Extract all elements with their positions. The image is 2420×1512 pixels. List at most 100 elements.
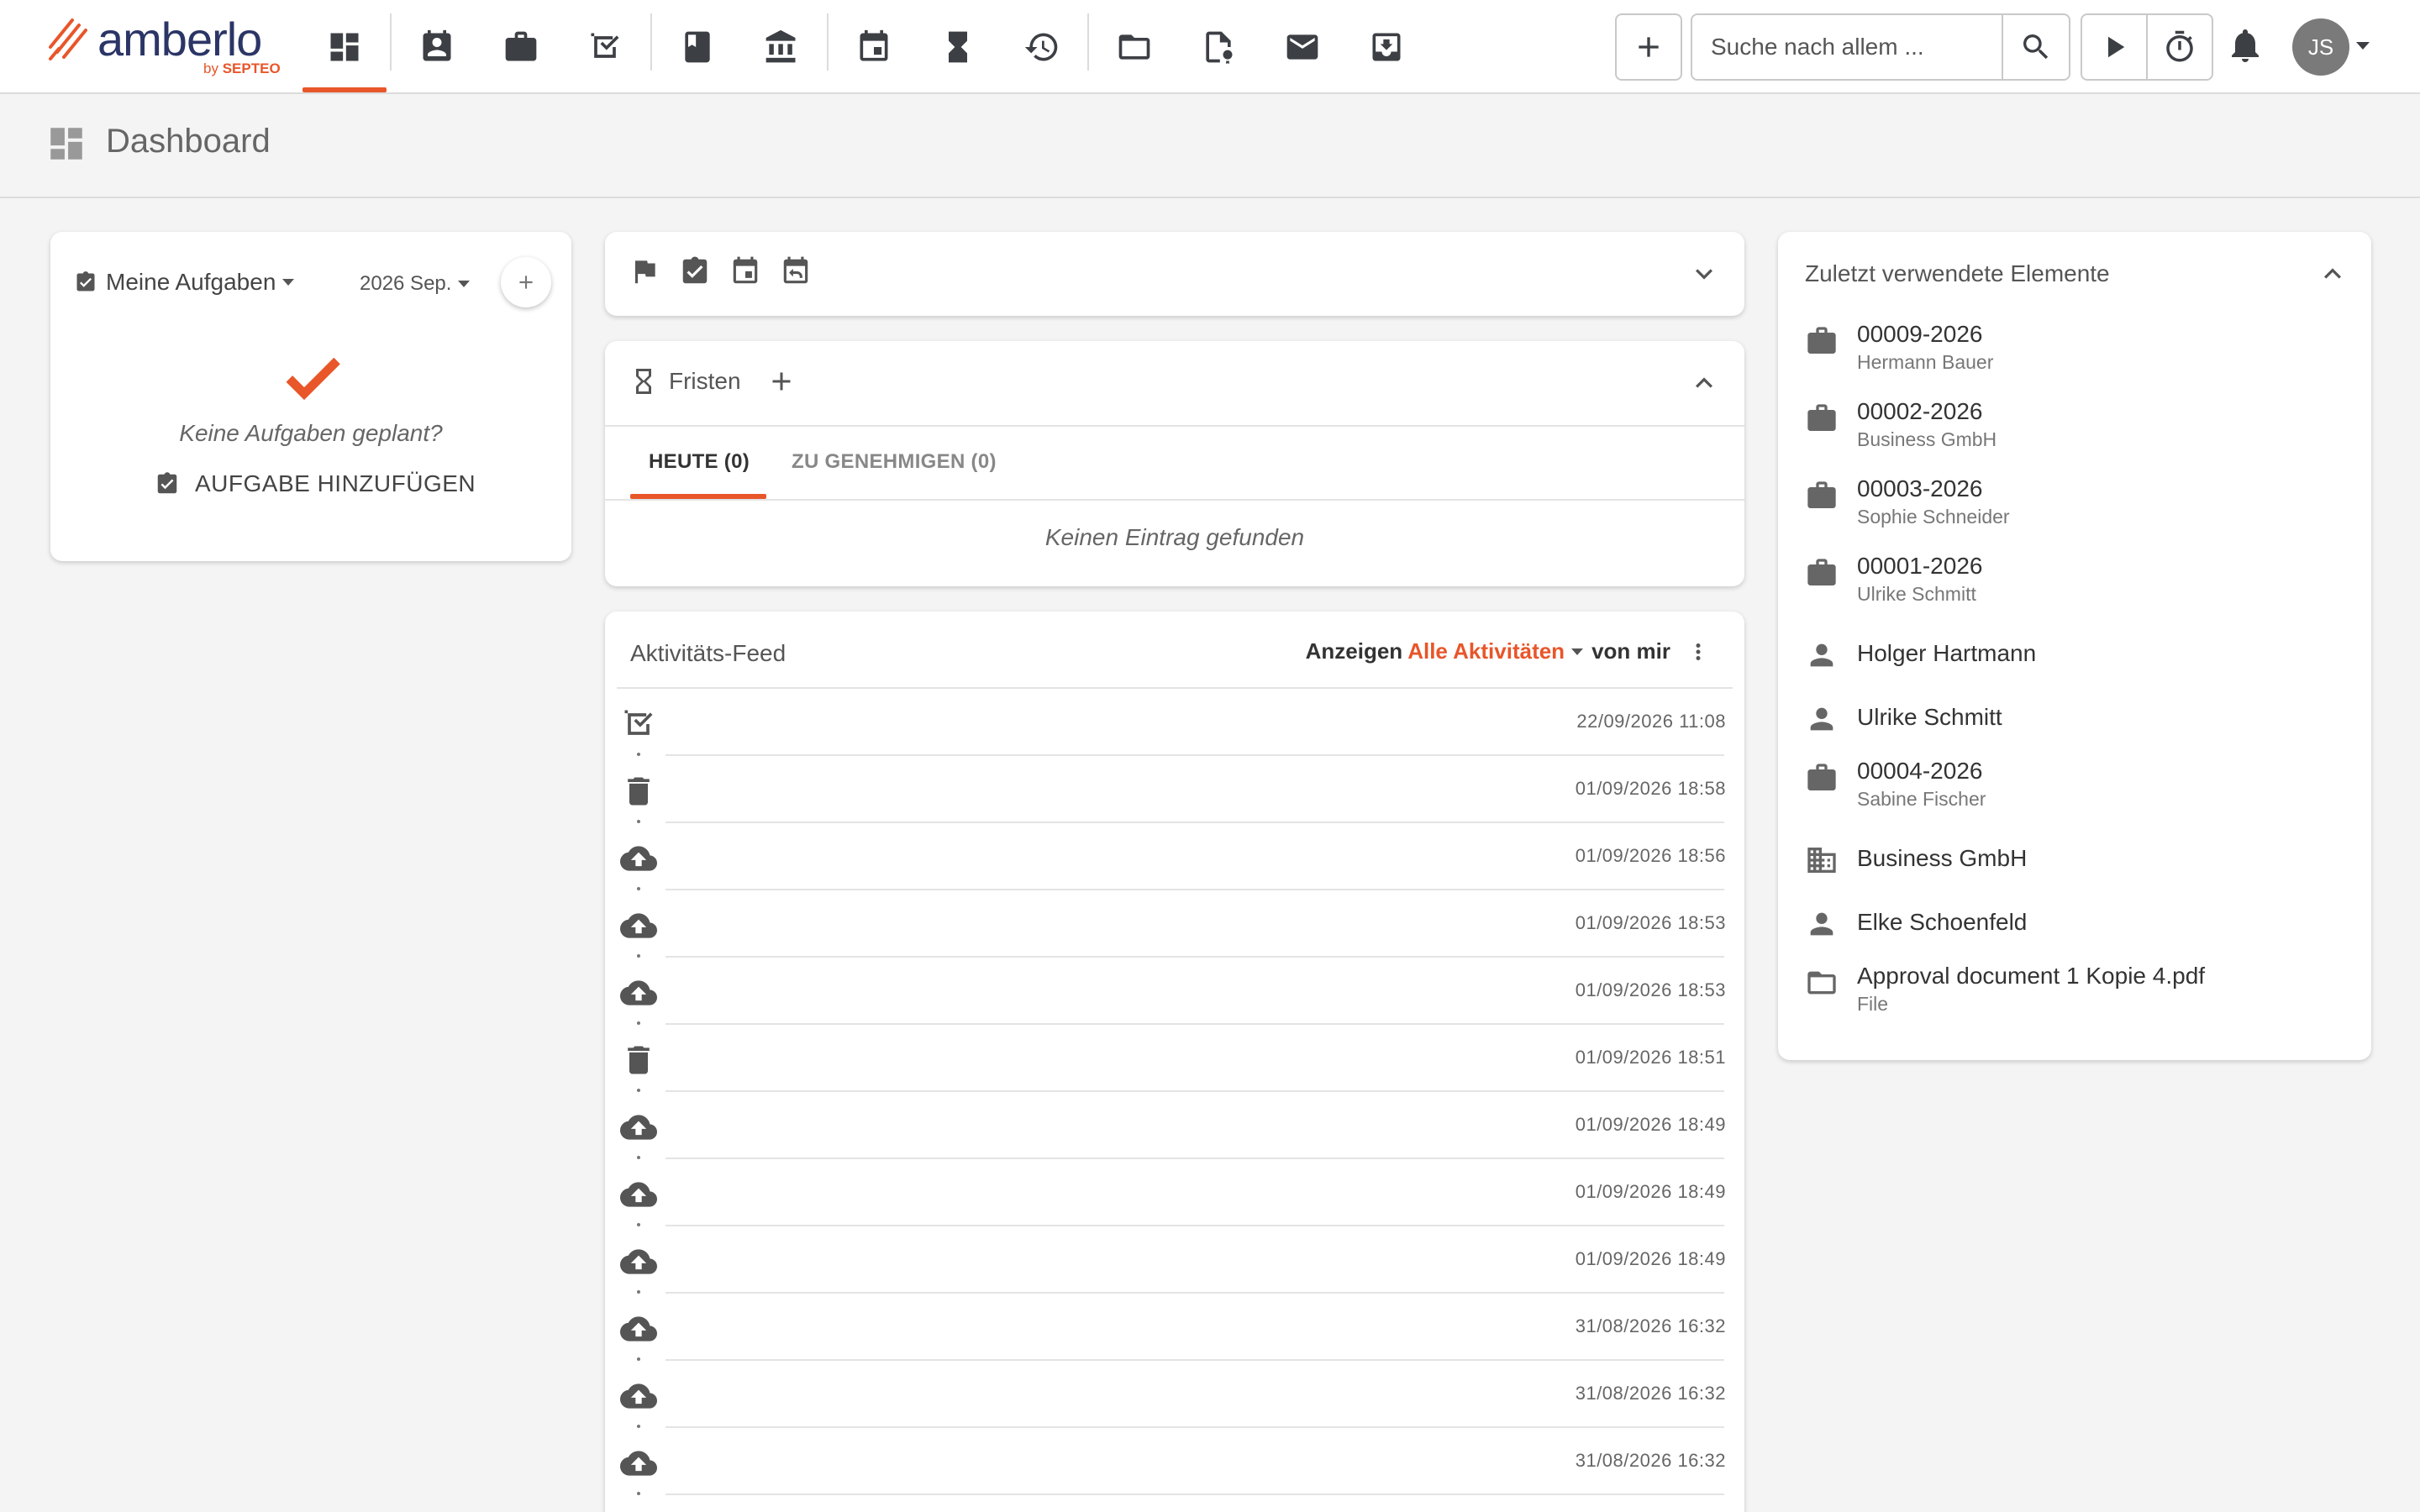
nav-folder-icon[interactable] <box>1104 17 1165 77</box>
task-icon[interactable] <box>679 255 711 287</box>
recent-item-company[interactable]: Business GmbH <box>1805 833 2360 897</box>
event-icon[interactable] <box>729 255 761 287</box>
start-timer-button[interactable] <box>2082 15 2146 79</box>
nav-separator <box>650 13 652 71</box>
nav-tasks-icon[interactable] <box>575 17 635 77</box>
expand-chevron-icon[interactable] <box>1687 257 1721 291</box>
recent-item-title: 00001-2026 <box>1857 553 1983 579</box>
timeline-dot <box>637 1492 640 1495</box>
search-button[interactable] <box>2002 15 2069 79</box>
recent-item-matter[interactable]: 00001-2026 Ulrike Schmitt <box>1805 551 2360 628</box>
caret-down-icon <box>458 281 471 287</box>
recent-list: 00009-2026 Hermann Bauer 00002-2026 Busines… <box>1805 319 2360 1038</box>
recent-item-person[interactable]: Elke Schoenfeld <box>1805 897 2360 961</box>
stopwatch-icon <box>2166 30 2193 62</box>
caret-down-icon <box>282 279 295 286</box>
feed-row[interactable]: 01/09/2026 18:49 <box>605 1226 1744 1294</box>
stopwatch-button[interactable] <box>2146 15 2212 79</box>
feed-row[interactable]: 01/09/2026 18:53 <box>605 958 1744 1025</box>
recent-item-person[interactable]: Holger Hartmann <box>1805 628 2360 692</box>
feed-row[interactable]: 01/09/2026 18:58 <box>605 756 1744 823</box>
tab-to-approve[interactable]: ZU GENEHMIGEN (0) <box>792 450 997 474</box>
deadlines-tabs: HEUTE (0) ZU GENEHMIGEN (0) <box>605 425 1744 501</box>
feed-row[interactable]: 22/09/2026 11:08 <box>605 689 1744 756</box>
feed-title: Aktivitäts-Feed <box>630 640 786 666</box>
feed-row[interactable]: 31/08/2026 16:32 <box>605 1361 1744 1428</box>
add-new-button[interactable] <box>1615 13 1682 81</box>
recent-item-subtitle: Ulrike Schmitt <box>1857 583 1976 605</box>
nav-bank-icon[interactable] <box>751 17 812 77</box>
briefcase-icon <box>1805 324 1839 358</box>
my-tasks-card: Meine Aufgaben 2026 Sep. Keine Aufgaben … <box>50 232 571 561</box>
briefcase-icon <box>1805 556 1839 590</box>
collapse-chevron-icon[interactable] <box>1687 366 1721 400</box>
feed-timestamp: 01/09/2026 18:51 <box>1575 1047 1726 1068</box>
nav-mail-icon[interactable] <box>1272 17 1333 77</box>
recent-item-matter[interactable]: 00004-2026 Sabine Fischer <box>1805 756 2360 833</box>
feed-controls: Anzeigen Alle Aktivitäten von mir <box>1306 638 1711 664</box>
feed-row[interactable]: 01/09/2026 18:49 <box>605 1159 1744 1226</box>
app-logo[interactable]: amberlo by SEPTEO <box>47 12 299 84</box>
feed-scope-label[interactable]: von mir <box>1591 638 1670 664</box>
nav-dashboard-icon[interactable] <box>314 17 375 77</box>
tasks-month-dropdown[interactable]: 2026 Sep. <box>360 272 471 296</box>
caret-down-icon[interactable] <box>1571 648 1584 655</box>
logo-text: amberlo <box>97 13 262 66</box>
briefcase-icon <box>1805 761 1839 795</box>
feed-timestamp: 22/09/2026 11:08 <box>1576 711 1726 732</box>
hourglass-icon <box>629 366 659 396</box>
nav-book-icon[interactable] <box>667 17 728 77</box>
add-task-button[interactable] <box>501 257 551 307</box>
nav-hourglass-icon[interactable] <box>928 17 988 77</box>
plus-icon <box>1639 37 1659 57</box>
recent-item-file[interactable]: Approval document 1 Kopie 4.pdf File <box>1805 961 2360 1038</box>
recent-item-title: 00002-2026 <box>1857 398 1983 424</box>
play-icon <box>2108 36 2125 58</box>
recent-item-title: 00004-2026 <box>1857 758 1983 784</box>
recent-item-person[interactable]: Ulrike Schmitt <box>1805 692 2360 756</box>
tasks-filter-dropdown[interactable]: Meine Aufgaben <box>74 269 295 296</box>
nav-inbox-icon[interactable] <box>1356 17 1417 77</box>
feed-filter-dropdown[interactable]: Alle Aktivitäten <box>1407 638 1565 664</box>
recent-item-matter[interactable]: 00003-2026 Sophie Schneider <box>1805 474 2360 551</box>
collapse-chevron-icon[interactable] <box>2316 257 2349 291</box>
recent-item-title: Elke Schoenfeld <box>1857 909 2028 935</box>
feed-row[interactable]: 31/08/2026 16:32 <box>605 1428 1744 1495</box>
person-icon <box>1805 907 1839 941</box>
user-avatar[interactable]: JS <box>2292 18 2349 76</box>
nav-calendar-icon[interactable] <box>844 17 904 77</box>
top-bar: amberlo by SEPTEO Suche nach allem ... J… <box>0 0 2420 94</box>
add-task-link[interactable]: AUFGABE HINZUFÜGEN <box>155 470 476 497</box>
person-icon <box>1805 702 1839 736</box>
recent-item-text: 00003-2026 Sophie Schneider <box>1857 474 2010 529</box>
nav-separator <box>390 13 392 71</box>
nav-billing-icon[interactable] <box>1012 17 1072 77</box>
more-vert-icon[interactable] <box>1686 639 1711 664</box>
notifications-button[interactable] <box>2225 25 2269 69</box>
feed-timestamp: 01/09/2026 18:53 <box>1575 912 1726 933</box>
add-deadline-plus-icon[interactable] <box>766 366 797 396</box>
flag-icon[interactable] <box>629 255 660 287</box>
feed-row[interactable]: 01/09/2026 18:51 <box>605 1025 1744 1092</box>
task-done-icon <box>620 706 657 743</box>
nav-contacts-icon[interactable] <box>407 17 467 77</box>
folder-icon <box>1805 966 1839 1000</box>
chevron-down-icon[interactable] <box>2356 42 2370 50</box>
trash-icon <box>620 773 657 810</box>
nav-active-indicator <box>302 87 387 92</box>
feed-row[interactable]: 01/09/2026 18:53 <box>605 890 1744 958</box>
recent-item-subtitle: Sophie Schneider <box>1857 506 2010 528</box>
feed-row[interactable]: 01/09/2026 18:49 <box>605 1092 1744 1159</box>
nav-document-approval-icon[interactable] <box>1188 17 1249 77</box>
calendar-reply-icon[interactable] <box>780 255 812 287</box>
nav-matters-icon[interactable] <box>491 17 551 77</box>
tab-today[interactable]: HEUTE (0) <box>649 450 750 474</box>
recent-item-matter[interactable]: 00002-2026 Business GmbH <box>1805 396 2360 474</box>
activity-feed-card: Aktivitäts-Feed Anzeigen Alle Aktivitäte… <box>605 612 1744 1512</box>
logo-subtext: by SEPTEO <box>203 60 281 76</box>
feed-timestamp: 31/08/2026 16:32 <box>1575 1315 1726 1336</box>
search-input[interactable] <box>1697 20 2008 74</box>
recent-item-matter[interactable]: 00009-2026 Hermann Bauer <box>1805 319 2360 396</box>
feed-row[interactable]: 31/08/2026 16:32 <box>605 1294 1744 1361</box>
feed-row[interactable]: 01/09/2026 18:56 <box>605 823 1744 890</box>
